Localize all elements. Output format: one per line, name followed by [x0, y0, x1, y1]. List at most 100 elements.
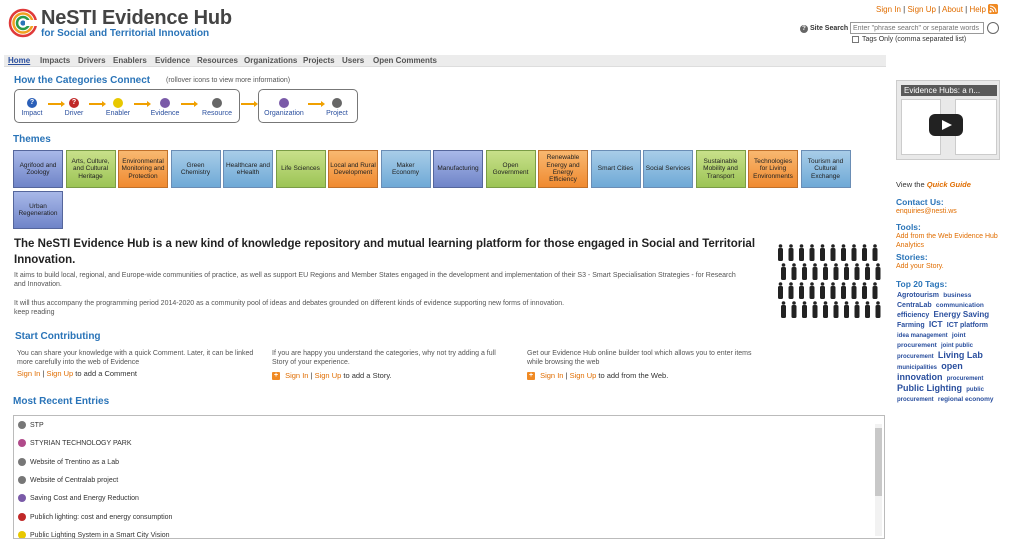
category-label: Driver: [64, 110, 84, 117]
tag-link[interactable]: Living Lab: [938, 350, 983, 360]
nav-enablers[interactable]: Enablers: [113, 56, 147, 65]
recent-entry-label: STYRIAN TECHNOLOGY PARK: [30, 440, 132, 448]
theme-tile[interactable]: Technologies for Living Environments: [748, 150, 798, 188]
nav-projects[interactable]: Projects: [303, 56, 335, 65]
nav-open-comments[interactable]: Open Comments: [373, 56, 437, 65]
tools-link[interactable]: Add from the Web Evidence Hub Analytics: [896, 233, 1000, 251]
category-impact[interactable]: ? Impact: [17, 98, 47, 117]
arrow-icon: [181, 101, 198, 107]
tag-link[interactable]: Energy Saving: [934, 310, 990, 319]
theme-tile[interactable]: Smart Cities: [590, 150, 641, 188]
theme-tile[interactable]: Urban Regeneration: [13, 191, 63, 229]
nav-resources[interactable]: Resources: [197, 56, 238, 65]
tag-link[interactable]: CentraLab: [897, 302, 932, 309]
recent-entry-item[interactable]: Saving Cost and Energy Reduction: [18, 494, 139, 503]
sign-in-link[interactable]: Sign In: [540, 371, 563, 380]
nav-home[interactable]: Home: [8, 56, 30, 65]
category-resource[interactable]: Resource: [200, 98, 234, 117]
about-link[interactable]: About: [942, 5, 963, 14]
tag-link[interactable]: regional economy: [938, 396, 994, 403]
tag-link[interactable]: idea management: [897, 333, 948, 339]
tag-link[interactable]: communication: [936, 302, 984, 309]
sign-up-link[interactable]: Sign Up: [47, 369, 74, 378]
nav-drivers[interactable]: Drivers: [78, 56, 106, 65]
nav-impacts[interactable]: Impacts: [40, 56, 70, 65]
recent-entry-item[interactable]: STYRIAN TECHNOLOGY PARK: [18, 439, 132, 448]
category-organization[interactable]: Organization: [262, 98, 306, 117]
tag-link[interactable]: efficiency: [897, 312, 929, 319]
sign-up-link[interactable]: Sign Up: [907, 5, 935, 14]
category-project[interactable]: Project: [322, 98, 352, 117]
recent-entry-item[interactable]: Publich lighting: cost and energy consum…: [18, 512, 172, 521]
nesti-logo-icon[interactable]: [8, 8, 38, 38]
sign-in-link[interactable]: Sign In: [285, 371, 308, 380]
stories-link[interactable]: Add your Story.: [896, 263, 944, 272]
theme-tile[interactable]: Life Sciences: [275, 150, 326, 188]
category-enabler[interactable]: Enabler: [103, 98, 133, 117]
recent-entry-item[interactable]: Website of Trentino as a Lab: [18, 457, 119, 466]
recent-entries-list[interactable]: STP STYRIAN TECHNOLOGY PARK Website of Tre…: [13, 415, 885, 539]
theme-tile[interactable]: Arts, Culture, and Cultural Heritage: [65, 150, 116, 188]
tag-link[interactable]: ICT: [929, 319, 943, 329]
theme-tile[interactable]: Tourism and Cultural Exchange: [800, 150, 851, 188]
tag-link[interactable]: Agrotourism: [897, 292, 939, 299]
nav-users[interactable]: Users: [342, 56, 364, 65]
contact-email-link[interactable]: enquiries@nesti.ws: [896, 208, 957, 217]
contrib-story-actions: + Sign In | Sign Up to add a Story.: [272, 371, 392, 381]
recent-entry-label: Public Lighting System in a Smart City V…: [30, 531, 170, 539]
sign-in-link[interactable]: Sign In: [17, 369, 40, 378]
theme-tile[interactable]: Sustainable Mobility and Transport: [695, 150, 746, 188]
category-driver[interactable]: ? Driver: [59, 98, 89, 117]
plus-icon: +: [527, 372, 535, 381]
help-icon[interactable]: ?: [800, 25, 808, 33]
theme-tile[interactable]: Agrifood and Zoology: [13, 150, 63, 188]
site-search-label: Site Search: [810, 25, 849, 32]
tag-link[interactable]: municipalities: [897, 365, 937, 371]
recent-entry-item[interactable]: Website of Centralab project: [18, 475, 118, 484]
recent-entry-item[interactable]: STP: [18, 421, 44, 429]
theme-tile[interactable]: Maker Economy: [380, 150, 431, 188]
tag-link[interactable]: procurement: [947, 376, 984, 382]
theme-tile[interactable]: Healthcare and eHealth: [223, 150, 273, 188]
organization-icon: [18, 439, 26, 448]
sign-up-link[interactable]: Sign Up: [570, 371, 597, 380]
theme-tile[interactable]: Green Chemistry: [170, 150, 221, 188]
recent-entry-label: STP: [30, 421, 44, 429]
search-input[interactable]: [850, 22, 984, 34]
search-icon[interactable]: [987, 22, 999, 34]
theme-tile[interactable]: Environmental Monitoring and Protection: [118, 150, 168, 188]
bulb-icon: [18, 530, 26, 538]
sign-up-link[interactable]: Sign Up: [315, 371, 342, 380]
tag-link[interactable]: ICT platform: [947, 322, 988, 329]
impact-question-icon: ?: [27, 98, 37, 108]
theme-tile[interactable]: Social Services: [643, 150, 693, 188]
theme-tile[interactable]: Local and Rural Development: [328, 150, 378, 188]
evidence-icon: [160, 98, 170, 108]
theme-tile[interactable]: Renewable Energy and Energy Efficiency: [538, 150, 588, 188]
keep-reading-link[interactable]: keep reading: [14, 308, 54, 317]
nav-organizations[interactable]: Organizations: [244, 56, 297, 65]
tag-link[interactable]: business: [943, 292, 971, 299]
theme-tile[interactable]: Manufacturing: [433, 150, 483, 188]
site-title[interactable]: NeSTI Evidence Hub: [41, 7, 232, 30]
sign-in-link[interactable]: Sign In: [876, 5, 901, 14]
help-link[interactable]: Help: [969, 5, 985, 14]
add-story-text: to add a Story.: [343, 371, 392, 380]
rss-icon[interactable]: [988, 4, 998, 14]
tags-only-checkbox[interactable]: [852, 36, 859, 43]
scrollbar-thumb[interactable]: [875, 428, 882, 496]
video-thumbnail[interactable]: Evidence Hubs: a n...: [896, 80, 1000, 160]
theme-tile[interactable]: Open Government: [485, 150, 536, 188]
category-label: Resource: [202, 110, 232, 117]
quick-guide-link[interactable]: Quick Guide: [927, 180, 971, 189]
category-label: Evidence: [150, 110, 180, 117]
category-label: Project: [326, 110, 348, 117]
play-icon[interactable]: [929, 114, 963, 136]
tag-link[interactable]: Public Lighting: [897, 383, 962, 393]
nav-evidence[interactable]: Evidence: [155, 56, 190, 65]
recent-entry-item[interactable]: Public Lighting System in a Smart City V…: [18, 530, 170, 539]
tag-link[interactable]: Farming: [897, 322, 925, 329]
view-the-text: View the: [896, 180, 925, 189]
site-subtitle: for Social and Territorial Innovation: [41, 28, 210, 39]
category-evidence[interactable]: Evidence: [150, 98, 180, 117]
